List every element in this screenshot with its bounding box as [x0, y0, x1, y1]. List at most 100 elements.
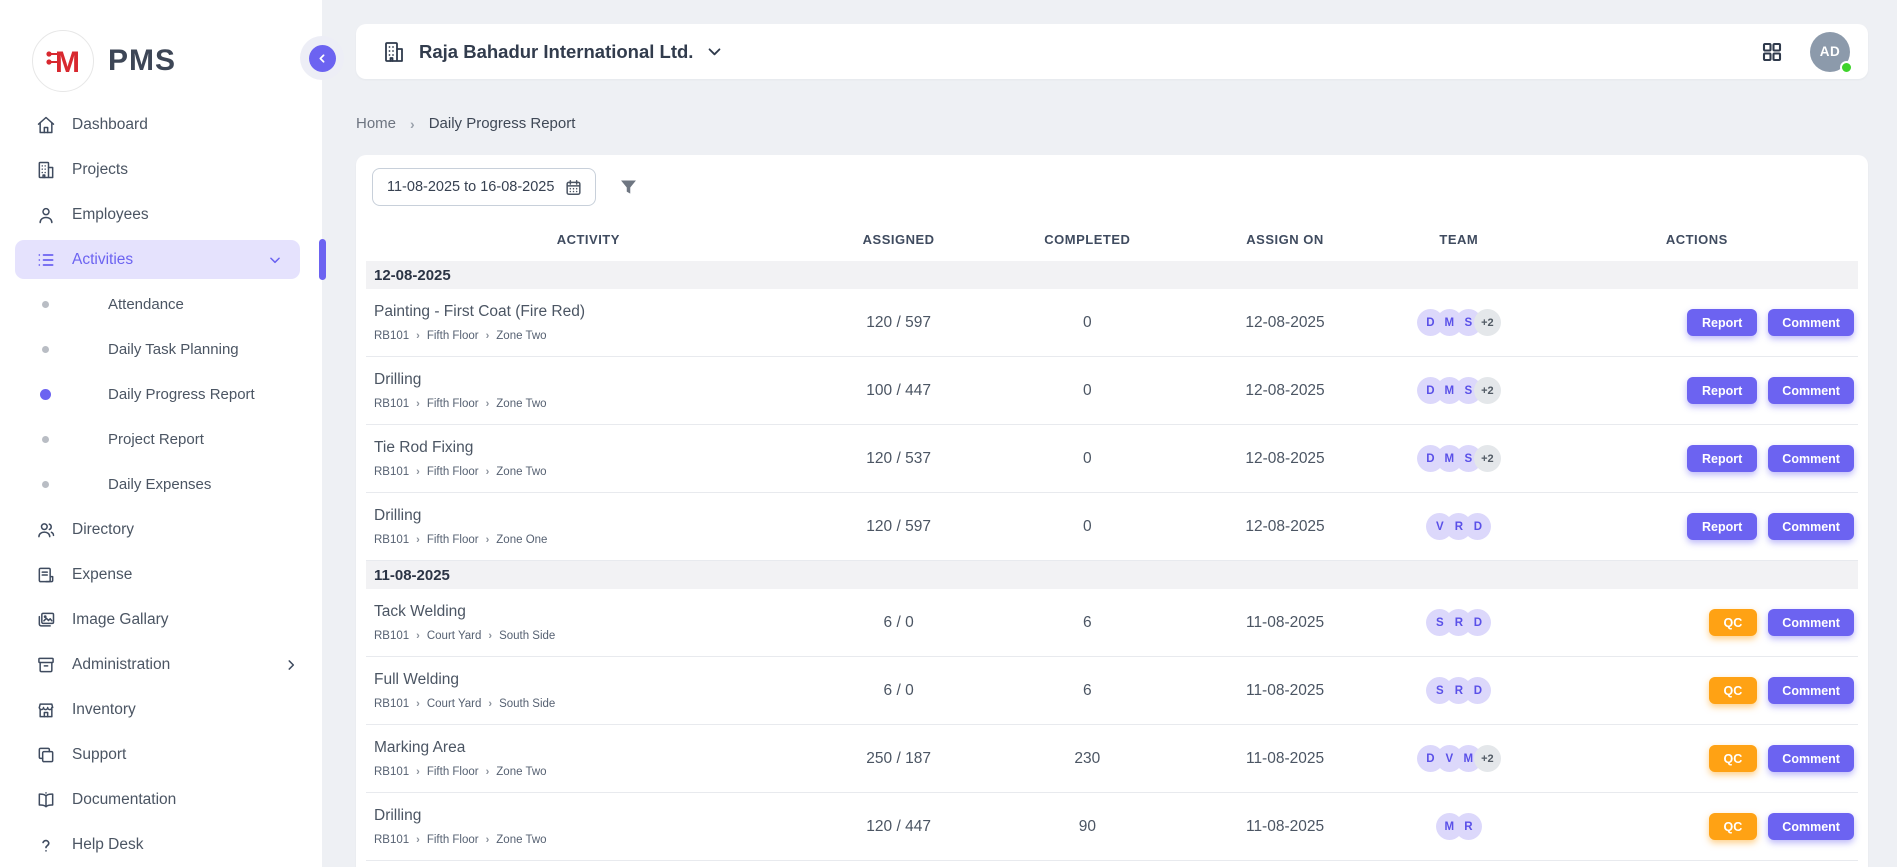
- users-icon: [36, 520, 56, 540]
- team-avatars: VRD: [1382, 513, 1536, 540]
- report-button[interactable]: Report: [1687, 445, 1757, 472]
- chevron-down-icon: [268, 253, 282, 267]
- sidebar-item-dashboard[interactable]: Dashboard: [0, 102, 322, 147]
- qc-button[interactable]: QC: [1709, 677, 1758, 704]
- date-range-input[interactable]: 11-08-2025 to 16-08-2025: [372, 168, 596, 206]
- book-icon: [36, 790, 56, 810]
- sidebar-item-help-desk[interactable]: Help Desk: [0, 822, 322, 867]
- report-button[interactable]: Report: [1687, 377, 1757, 404]
- date-group-header: 11-08-2025: [366, 561, 1858, 589]
- image-icon: [36, 610, 56, 630]
- bullet-dot-icon: [42, 301, 49, 308]
- report-button[interactable]: Report: [1687, 309, 1757, 336]
- filter-row: 11-08-2025 to 16-08-2025: [366, 168, 1858, 206]
- sidebar-subitem-daily-task-planning[interactable]: Daily Task Planning: [0, 327, 322, 372]
- qc-button[interactable]: QC: [1709, 813, 1758, 840]
- main-area: Raja Bahadur International Ltd. AD Home …: [322, 0, 1897, 867]
- sidebar-item-label: Expense: [72, 566, 132, 584]
- activity-path: RB101Fifth FloorZone Two: [374, 834, 811, 846]
- date-group-header: 12-08-2025: [366, 261, 1858, 289]
- assign-on-value: 11-08-2025: [1188, 750, 1382, 768]
- sidebar-subitem-label: Attendance: [108, 296, 184, 313]
- assigned-value: 6 / 0: [811, 614, 987, 632]
- list-icon: [36, 250, 56, 270]
- sidebar-item-label: Administration: [72, 656, 170, 674]
- building-icon: [36, 160, 56, 180]
- activity-path: RB101Fifth FloorZone One: [374, 534, 811, 546]
- table-row: Marking Area RB101Fifth FloorZone Two 25…: [366, 725, 1858, 793]
- comment-button[interactable]: Comment: [1768, 309, 1854, 336]
- bullet-dot-icon: [40, 389, 51, 400]
- team-overflow-badge: +2: [1474, 445, 1501, 472]
- assign-on-value: 12-08-2025: [1188, 450, 1382, 468]
- comment-button[interactable]: Comment: [1768, 377, 1854, 404]
- apps-grid-icon[interactable]: [1760, 40, 1784, 64]
- table-row: Tie Rod Fixing RB101Fifth FloorZone Two …: [366, 425, 1858, 493]
- comment-button[interactable]: Comment: [1768, 813, 1854, 840]
- sidebar-collapse-button[interactable]: [300, 36, 344, 80]
- team-avatars: SRD: [1382, 677, 1536, 704]
- sidebar-subitem-attendance[interactable]: Attendance: [0, 282, 322, 327]
- chevron-right-icon: ›: [410, 116, 415, 132]
- comment-button[interactable]: Comment: [1768, 745, 1854, 772]
- chevron-left-icon: [309, 45, 336, 72]
- sidebar-item-directory[interactable]: Directory: [0, 507, 322, 552]
- sidebar-item-inventory[interactable]: Inventory: [0, 687, 322, 732]
- assign-on-value: 12-08-2025: [1188, 518, 1382, 536]
- sidebar-subitem-daily-progress-report[interactable]: Daily Progress Report: [0, 372, 322, 417]
- home-icon: [36, 115, 56, 135]
- team-avatars: DMS+2: [1382, 445, 1536, 472]
- sidebar-subitem-daily-expenses[interactable]: Daily Expenses: [0, 462, 322, 507]
- activity-path: RB101Court YardSouth Side: [374, 630, 811, 642]
- date-range-value: 11-08-2025 to 16-08-2025: [387, 179, 554, 195]
- online-status-dot: [1840, 61, 1853, 74]
- logo-m-icon: M: [43, 41, 83, 81]
- breadcrumb-home[interactable]: Home: [356, 115, 396, 132]
- comment-button[interactable]: Comment: [1768, 677, 1854, 704]
- archive-icon: [36, 655, 56, 675]
- progress-table: ACTIVITY ASSIGNED COMPLETED ASSIGN ON TE…: [366, 220, 1858, 861]
- filter-icon[interactable]: [618, 177, 639, 198]
- sidebar-subitem-label: Daily Task Planning: [108, 341, 239, 358]
- completed-value: 0: [987, 314, 1188, 332]
- sidebar-subitem-label: Daily Expenses: [108, 476, 211, 493]
- col-assigned: ASSIGNED: [811, 232, 987, 247]
- sidebar: M PMS Dashboard Projects Employees Activ…: [0, 0, 322, 867]
- activity-path: RB101Court YardSouth Side: [374, 698, 811, 710]
- sidebar-item-activities[interactable]: Activities: [0, 237, 322, 282]
- breadcrumb: Home › Daily Progress Report: [356, 115, 575, 132]
- completed-value: 0: [987, 450, 1188, 468]
- sidebar-item-employees[interactable]: Employees: [0, 192, 322, 237]
- user-avatar[interactable]: AD: [1810, 32, 1850, 72]
- activity-path: RB101Fifth FloorZone Two: [374, 766, 811, 778]
- sidebar-item-expense[interactable]: Expense: [0, 552, 322, 597]
- qc-button[interactable]: QC: [1709, 609, 1758, 636]
- activity-name: Painting - First Coat (Fire Red): [374, 303, 811, 321]
- activity-path: RB101Fifth FloorZone Two: [374, 398, 811, 410]
- sidebar-item-image-gallary[interactable]: Image Gallary: [0, 597, 322, 642]
- qc-button[interactable]: QC: [1709, 745, 1758, 772]
- company-selector[interactable]: Raja Bahadur International Ltd.: [382, 40, 723, 64]
- sidebar-subitem-project-report[interactable]: Project Report: [0, 417, 322, 462]
- col-completed: COMPLETED: [987, 232, 1188, 247]
- sidebar-menu: Dashboard Projects Employees Activities …: [0, 102, 322, 867]
- copy-icon: [36, 745, 56, 765]
- team-avatars: DVM+2: [1382, 745, 1536, 772]
- activity-name: Drilling: [374, 371, 811, 389]
- comment-button[interactable]: Comment: [1768, 513, 1854, 540]
- comment-button[interactable]: Comment: [1768, 445, 1854, 472]
- col-assign-on: ASSIGN ON: [1188, 232, 1382, 247]
- sidebar-item-support[interactable]: Support: [0, 732, 322, 777]
- sidebar-item-documentation[interactable]: Documentation: [0, 777, 322, 822]
- team-avatar: D: [1464, 513, 1491, 540]
- sidebar-item-label: Directory: [72, 521, 134, 539]
- assigned-value: 120 / 537: [811, 450, 987, 468]
- sidebar-item-projects[interactable]: Projects: [0, 147, 322, 192]
- comment-button[interactable]: Comment: [1768, 609, 1854, 636]
- sidebar-subitem-label: Project Report: [108, 431, 204, 448]
- team-avatars: SRD: [1382, 609, 1536, 636]
- report-button[interactable]: Report: [1687, 513, 1757, 540]
- sidebar-item-administration[interactable]: Administration: [0, 642, 322, 687]
- team-overflow-badge: +2: [1474, 377, 1501, 404]
- assigned-value: 6 / 0: [811, 682, 987, 700]
